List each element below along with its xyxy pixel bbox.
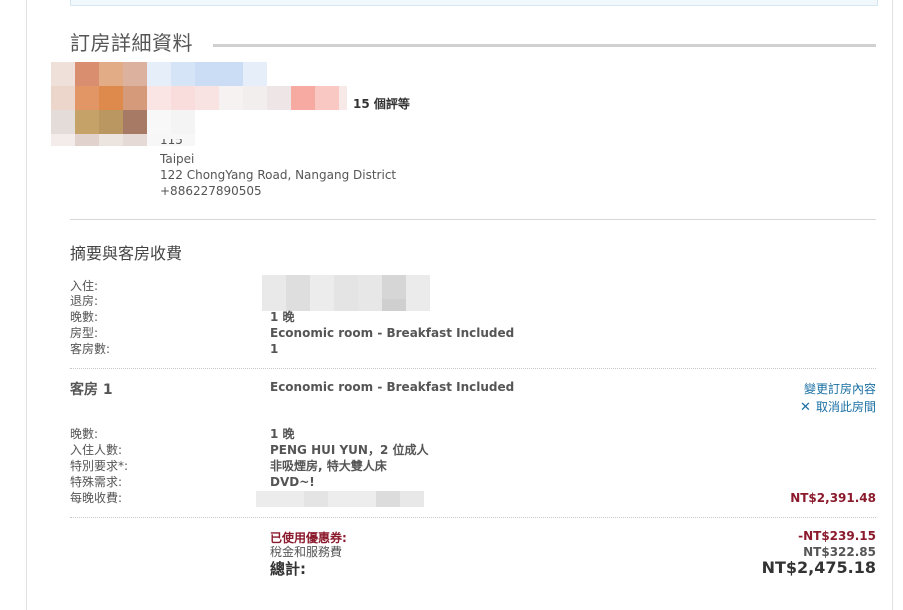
coupon-label: 已使用優惠券: (270, 531, 347, 545)
cancel-room-label: 取消此房間 (815, 400, 876, 414)
summary-divider (70, 368, 876, 369)
nights-label: 晚數: (70, 310, 99, 324)
room-type-value: Economic room - Breakfast Included (270, 326, 515, 340)
nightly-date-redacted (256, 491, 424, 507)
tax-value: NT$322.85 (803, 545, 876, 559)
total-label: 總計: (270, 560, 306, 578)
total-value: NT$2,475.18 (761, 558, 876, 577)
booking-details-title: 訂房詳細資料 (70, 31, 193, 55)
hotel-phone: +886227890505 (160, 184, 262, 198)
room-type-label: 房型: (70, 326, 99, 340)
hotel-address: 122 ChongYang Road, Nangang District (160, 168, 397, 182)
section-divider (70, 219, 876, 220)
change-booking-link[interactable]: 變更訂房內容 (804, 380, 876, 397)
tax-label: 稅金和服務費 (270, 545, 343, 559)
coupon-value: -NT$239.15 (798, 529, 876, 543)
close-icon: ✕ (799, 400, 811, 415)
page-left-border (26, 0, 27, 610)
checkin-label: 入住: (70, 279, 99, 293)
page-right-border (892, 0, 893, 610)
special-request-label: 特別要求*: (70, 459, 129, 473)
special-needs-value: DVD~! (270, 475, 315, 489)
guests-label: 入住人數: (70, 443, 123, 457)
special-request-value: 非吸煙房, 特大雙人床 (270, 459, 387, 473)
review-count[interactable]: 15 個評等 (353, 95, 410, 112)
special-needs-label: 特殊需求: (70, 475, 123, 489)
summary-title: 摘要與客房收費 (70, 244, 183, 263)
room-heading: 客房 1 (70, 382, 113, 398)
partial-postal-code: 115 (160, 139, 183, 145)
hotel-thumbnail-redacted (51, 62, 147, 146)
rooms-value: 1 (270, 342, 279, 356)
title-divider (213, 44, 876, 47)
nightly-rate-value: NT$2,391.48 (790, 491, 876, 505)
room-type: Economic room - Breakfast Included (270, 380, 515, 394)
room-nights-value: 1 晚 (270, 427, 295, 441)
nightly-rate-label: 每晚收費: (70, 491, 123, 505)
top-info-box (70, 0, 878, 6)
rooms-label: 客房數: (70, 342, 111, 356)
nights-value: 1 晚 (270, 310, 295, 324)
dates-redacted (262, 275, 430, 311)
checkout-label: 退房: (70, 294, 99, 308)
cancel-room-link[interactable]: ✕ 取消此房間 (800, 396, 876, 415)
totals-divider (70, 517, 876, 518)
hotel-name-redacted (147, 62, 347, 148)
guests-value: PENG HUI YUN，2 位成人 (270, 443, 429, 457)
room-nights-label: 晚數: (70, 427, 99, 441)
hotel-city: Taipei (160, 152, 195, 166)
